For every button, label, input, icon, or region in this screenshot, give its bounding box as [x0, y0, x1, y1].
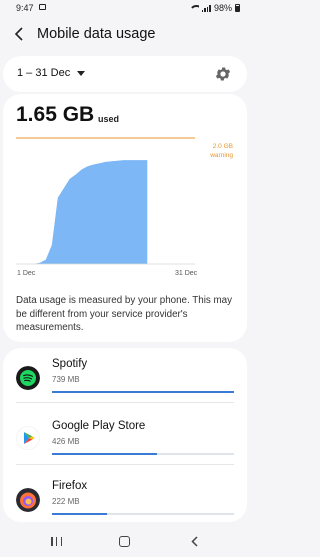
status-icons: 98% — [189, 3, 240, 13]
battery-icon — [235, 4, 240, 12]
measurement-disclaimer: Data usage is measured by your phone. Th… — [16, 295, 233, 333]
period-card: 1 – 31 Dec — [3, 56, 247, 92]
status-bar: 9:47 98% — [0, 0, 250, 16]
spotify-icon — [16, 366, 40, 390]
x-axis-start-label: 1 Dec — [17, 270, 36, 277]
app-data-size: 222 MB — [52, 497, 80, 506]
app-name: Google Play Store — [52, 420, 146, 432]
wifi-icon — [189, 4, 199, 12]
usage-card: 1.65 GB used 2.0 GB warning 1 Dec 31 Dec… — [3, 94, 247, 342]
divider — [16, 464, 234, 465]
battery-percent: 98% — [213, 3, 232, 13]
app-row-google-play-store[interactable]: Google Play Store 426 MB — [3, 408, 247, 470]
usage-bar-fill — [52, 453, 157, 455]
app-usage-list: Spotify 739 MB Google Play Store 426 MB … — [3, 348, 247, 522]
x-axis-end-label: 31 Dec — [175, 270, 198, 277]
app-data-size: 426 MB — [52, 437, 80, 446]
recents-icon[interactable] — [51, 537, 62, 546]
play-store-icon — [16, 426, 40, 450]
dropdown-arrow-icon — [77, 70, 86, 76]
page-title: Mobile data usage — [37, 26, 156, 42]
app-row-spotify[interactable]: Spotify 739 MB — [3, 348, 247, 410]
system-navigation-bar — [0, 527, 250, 557]
usage-bar — [52, 453, 234, 455]
usage-bar — [52, 391, 234, 393]
app-name: Firefox — [52, 480, 88, 492]
usage-bar-fill — [52, 513, 107, 515]
billing-period-dropdown[interactable]: 1 – 31 Dec — [17, 67, 86, 79]
app-name: Spotify — [52, 358, 88, 370]
warning-label: warning — [209, 152, 233, 159]
divider — [16, 402, 234, 403]
status-time: 9:47 — [16, 3, 34, 13]
warning-value: 2.0 GB — [213, 143, 233, 150]
back-arrow-icon[interactable] — [12, 26, 28, 42]
app-row-firefox[interactable]: Firefox 222 MB — [3, 470, 247, 522]
usage-bar-fill — [52, 391, 234, 393]
nav-back-icon[interactable] — [190, 536, 200, 547]
usage-bar — [52, 513, 234, 515]
gear-icon[interactable] — [214, 65, 232, 83]
home-icon[interactable] — [119, 536, 130, 547]
billing-period-label: 1 – 31 Dec — [17, 67, 71, 79]
usage-area — [16, 160, 148, 264]
gallery-notification-icon — [39, 4, 46, 10]
app-header: Mobile data usage — [0, 18, 250, 52]
usage-chart: 2.0 GB warning — [16, 137, 233, 265]
firefox-icon — [16, 488, 40, 512]
app-data-size: 739 MB — [52, 375, 80, 384]
signal-icon — [201, 4, 211, 12]
